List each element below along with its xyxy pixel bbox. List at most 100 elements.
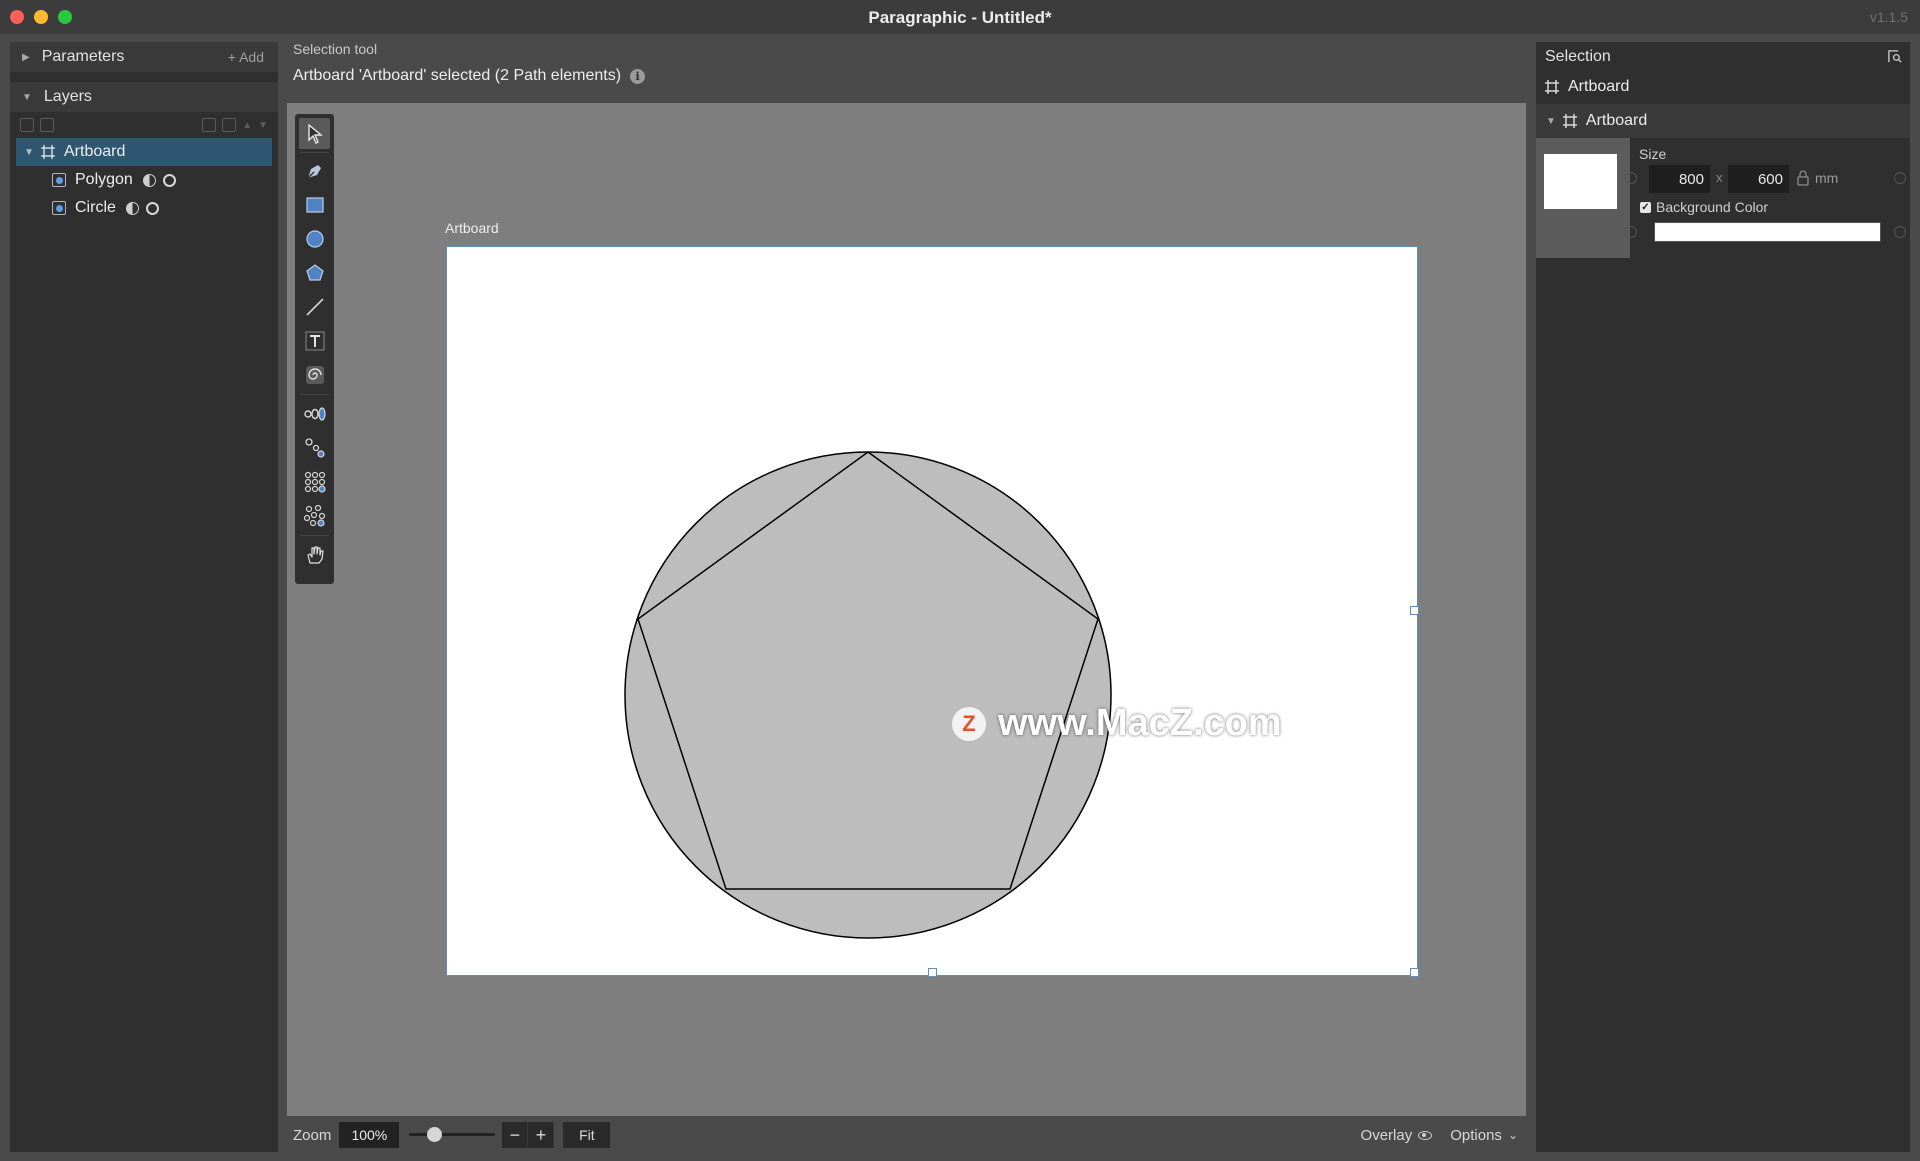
artboard-icon <box>1545 80 1559 94</box>
selected-item[interactable]: Artboard <box>1536 72 1910 102</box>
watermark: Z www.MacZ.com <box>952 702 1282 745</box>
version-label: v1.1.5 <box>1869 9 1908 25</box>
color-link-dot-icon[interactable] <box>1625 226 1637 238</box>
repeat-tool-button[interactable] <box>299 398 330 429</box>
path-element-icon <box>52 201 66 215</box>
height-field[interactable]: 600 <box>1728 165 1789 193</box>
overlay-button[interactable]: Overlay <box>1361 1127 1413 1144</box>
clip-layer-icon[interactable] <box>222 118 237 132</box>
selected-item-name: Artboard <box>1568 78 1630 95</box>
watermark-logo-icon: Z <box>952 706 986 741</box>
grid-tool-icon <box>304 471 326 493</box>
selection-status-text: Artboard 'Artboard' selected (2 Path ele… <box>293 67 622 84</box>
rectangle-tool-icon <box>305 196 324 213</box>
background-color-checkbox[interactable]: ✓ <box>1640 202 1651 213</box>
polygon-tool-button[interactable] <box>299 257 330 288</box>
stroke-toggle-icon[interactable] <box>162 173 176 187</box>
fill-toggle-icon[interactable] <box>125 201 139 215</box>
pen-tool-icon <box>307 164 321 178</box>
duplicate-layer-icon[interactable] <box>20 118 34 132</box>
artboard-properties: Size 800 x 600 mm ✓ Background Color <box>1536 138 1910 258</box>
ellipse-tool-button[interactable] <box>299 223 330 254</box>
polygon-tool-icon <box>305 263 324 281</box>
hand-tool-icon <box>306 545 324 564</box>
right-panel: Selection Artboard ▼ Artboard Size 800 x… <box>1536 42 1910 1152</box>
artboard-thumbnail-column <box>1536 138 1630 258</box>
left-panel: ▶ Parameters + Add ▼ Layers ▲ ▼ ▼ Artboa… <box>10 42 278 1152</box>
connect-tool-button[interactable] <box>299 432 330 463</box>
collapse-triangle-icon[interactable]: ▼ <box>24 147 36 158</box>
find-selection-icon[interactable] <box>1887 49 1902 64</box>
artboard-label: Artboard <box>445 220 499 236</box>
mask-layer-icon[interactable] <box>202 118 217 132</box>
zoom-label: Zoom <box>293 1126 332 1144</box>
zoom-slider-knob[interactable] <box>427 1127 443 1142</box>
artboard-icon <box>1562 114 1577 128</box>
layer-name: Polygon <box>75 171 133 188</box>
width-link-dot-icon[interactable] <box>1625 172 1637 184</box>
background-color-swatch[interactable] <box>1654 222 1881 242</box>
hand-tool-button[interactable] <box>299 539 330 570</box>
layer-row-polygon[interactable]: Polygon <box>10 166 278 194</box>
collapse-triangle-icon: ▼ <box>22 91 32 103</box>
tool-hint: Selection tool <box>293 41 378 57</box>
lock-aspect-icon[interactable] <box>1796 170 1810 186</box>
zoom-in-button[interactable]: + <box>528 1122 555 1148</box>
move-up-icon[interactable]: ▲ <box>242 120 252 131</box>
resize-handle-bottom[interactable] <box>928 968 937 977</box>
canvas[interactable]: Artboard Z www.MacZ.com <box>287 103 1526 1116</box>
color-link-dot-right-icon[interactable] <box>1894 226 1906 238</box>
expand-triangle-icon: ▶ <box>22 51 30 63</box>
group-layer-icon[interactable] <box>40 118 54 132</box>
ellipse-tool-icon <box>305 229 324 248</box>
title-bar: Paragraphic - Untitled* v1.1.5 <box>0 0 1920 34</box>
watermark-text: www.MacZ.com <box>998 702 1282 744</box>
layer-row-circle[interactable]: Circle <box>10 194 278 222</box>
view-controls: Overlay Options ⌄ <box>1361 1127 1518 1144</box>
collapse-triangle-icon: ▼ <box>1546 115 1556 127</box>
zoom-input[interactable]: 100% <box>339 1122 400 1148</box>
pen-tool-button[interactable] <box>299 155 330 186</box>
rectangle-tool-button[interactable] <box>299 189 330 220</box>
zoom-out-button[interactable]: − <box>502 1122 529 1148</box>
size-separator: x <box>1716 170 1723 185</box>
width-field[interactable]: 800 <box>1649 165 1710 193</box>
select-tool-button[interactable] <box>299 118 330 149</box>
fill-toggle-icon[interactable] <box>142 173 156 187</box>
line-tool-icon <box>305 297 324 316</box>
stroke-toggle-icon[interactable] <box>145 201 159 215</box>
selection-header: Selection <box>1536 42 1910 72</box>
toolbox <box>295 114 334 584</box>
chevron-down-icon[interactable]: ⌄ <box>1508 1128 1518 1142</box>
selection-status: Artboard 'Artboard' selected (2 Path ele… <box>293 67 646 85</box>
resize-handle-right[interactable] <box>1410 606 1419 615</box>
zoom-slider[interactable] <box>409 1122 496 1148</box>
layers-header[interactable]: ▼ Layers <box>10 82 278 112</box>
bottom-bar: Zoom 100% − + Fit Overlay Options ⌄ <box>287 1118 1526 1152</box>
spiral-tool-button[interactable] <box>299 359 330 390</box>
info-icon[interactable]: i <box>630 68 646 84</box>
options-button[interactable]: Options <box>1450 1127 1502 1144</box>
eye-icon[interactable] <box>1418 1130 1433 1140</box>
scatter-tool-icon <box>303 504 325 527</box>
line-tool-button[interactable] <box>299 291 330 322</box>
move-down-icon[interactable]: ▼ <box>258 120 268 131</box>
resize-handle-bottom-right[interactable] <box>1410 968 1419 977</box>
parameters-header[interactable]: ▶ Parameters + Add <box>10 42 278 72</box>
grid-tool-button[interactable] <box>299 466 330 497</box>
layers-title: Layers <box>43 88 92 105</box>
text-tool-button[interactable] <box>299 325 330 356</box>
height-link-dot-icon[interactable] <box>1894 172 1906 184</box>
artboard-properties-header[interactable]: ▼ Artboard <box>1536 104 1910 138</box>
layers-toolbar: ▲ ▼ <box>10 112 278 138</box>
artboard[interactable]: Z www.MacZ.com <box>446 246 1419 977</box>
size-label: Size <box>1639 146 1667 162</box>
layer-row-artboard[interactable]: ▼ Artboard <box>16 138 272 166</box>
scatter-tool-button[interactable] <box>299 500 330 531</box>
parameters-title: Parameters <box>41 48 125 65</box>
fit-button[interactable]: Fit <box>563 1122 611 1148</box>
artboard-icon <box>41 145 55 159</box>
path-element-icon <box>52 173 66 187</box>
add-parameter-button[interactable]: + Add <box>228 49 264 65</box>
unit-label[interactable]: mm <box>1815 170 1838 186</box>
